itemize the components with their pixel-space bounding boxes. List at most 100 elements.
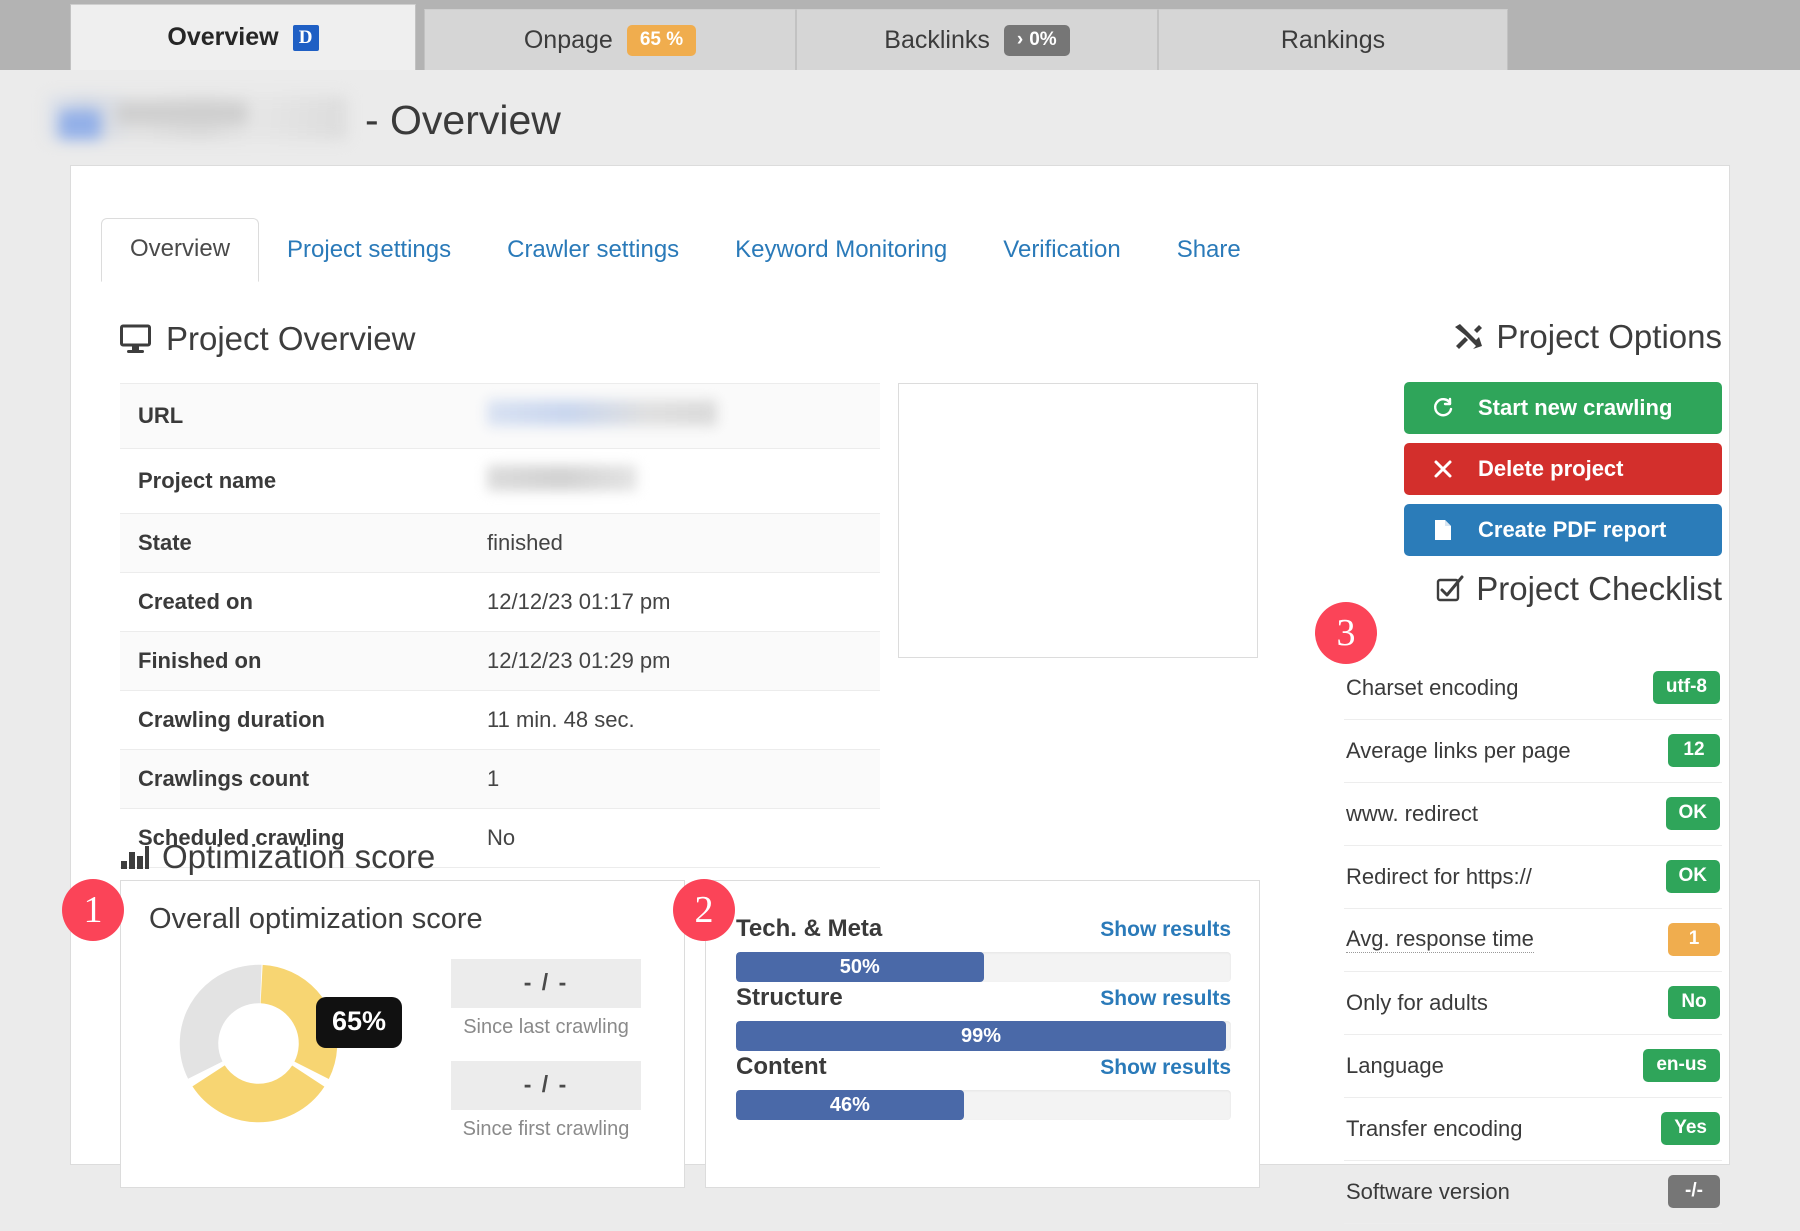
category-score-track: 50%: [736, 952, 1231, 982]
overview-row-key: Finished on: [120, 632, 475, 691]
category-score-fill: 99%: [736, 1021, 1226, 1051]
category-score-label: Content: [736, 1053, 827, 1081]
bar-chart-icon: [120, 844, 150, 870]
top-tab-backlinks[interactable]: Backlinks›0%: [796, 9, 1158, 70]
checklist-item: Transfer encodingYes: [1344, 1098, 1722, 1161]
refresh-icon: [1432, 397, 1454, 419]
project-checklist-title-text: Project Checklist: [1476, 570, 1722, 608]
category-score-fill: 50%: [736, 952, 984, 982]
category-score-fill: 46%: [736, 1090, 964, 1120]
overview-row-value: 12/12/23 01:17 pm: [475, 573, 880, 632]
project-overview-table: URLProject nameStatefinishedCreated on12…: [120, 383, 880, 868]
overview-row-value: No: [475, 809, 880, 868]
project-overview-title-text: Project Overview: [166, 320, 415, 358]
project-options-title-text: Project Options: [1496, 318, 1722, 356]
annotation-marker-2: 2: [673, 879, 735, 941]
table-row: Project name: [120, 449, 880, 514]
redacted-project-name: [47, 96, 347, 140]
show-results-link[interactable]: Show results: [1100, 1056, 1231, 1080]
overview-row-value: 1: [475, 750, 880, 809]
sub-tab-overview[interactable]: Overview: [101, 218, 259, 282]
checklist-item: Charset encodingutf-8: [1344, 657, 1722, 720]
status-badge: en-us: [1643, 1049, 1720, 1082]
overview-row-key: Crawlings count: [120, 750, 475, 809]
sub-tab-label: Share: [1177, 236, 1241, 263]
monitor-icon: [120, 324, 154, 354]
page-title: - Overview: [47, 90, 561, 144]
table-row: Finished on12/12/23 01:29 pm: [120, 632, 880, 691]
delta-since-first-caption: Since first crawling: [451, 1118, 641, 1141]
overview-row-key: Crawling duration: [120, 691, 475, 750]
top-tab-label: Rankings: [1281, 26, 1385, 55]
create-pdf-report-button[interactable]: Create PDF report: [1404, 504, 1722, 556]
sub-tab-label: Project settings: [287, 236, 451, 263]
top-tab-rankings[interactable]: Rankings: [1158, 9, 1508, 70]
category-score-label: Structure: [736, 984, 843, 1012]
sub-tab-share[interactable]: Share: [1149, 220, 1269, 282]
top-tab-badge-value: 65 %: [640, 29, 683, 51]
top-tab-bar: Overview D Onpage 65 % Backlinks›0% Rankings: [0, 0, 1800, 70]
status-badge: OK: [1666, 860, 1721, 893]
top-tab-label: Onpage: [524, 26, 613, 55]
sub-tab-project-settings[interactable]: Project settings: [259, 220, 479, 282]
top-tab-label: Overview: [167, 23, 278, 52]
delta-since-last-value: - / -: [451, 959, 641, 1008]
sub-tab-verification[interactable]: Verification: [975, 220, 1148, 282]
checklist-item-label[interactable]: Avg. response time: [1346, 926, 1534, 953]
checklist-item: Language en-us: [1344, 1035, 1722, 1098]
sub-tab-label: Crawler settings: [507, 236, 679, 263]
sub-tab-label: Keyword Monitoring: [735, 236, 947, 263]
checklist-item: Avg. response time 1: [1344, 909, 1722, 972]
overall-optimization-panel: Overall optimization score 65% - / - Sin…: [120, 880, 685, 1188]
status-badge: -/-: [1668, 1175, 1720, 1208]
start-new-crawling-label: Start new crawling: [1478, 395, 1672, 421]
category-scores-panel: Tech. & MetaShow results 50%Structure Show…: [705, 880, 1260, 1188]
sub-tab-list: Overview Project settings Crawler settings…: [101, 218, 1269, 282]
status-badge: 1: [1668, 923, 1720, 956]
delete-project-button[interactable]: Delete project: [1404, 443, 1722, 495]
top-tab-badge-letter: D: [293, 25, 319, 51]
sub-tab-keyword-monitoring[interactable]: Keyword Monitoring: [707, 220, 975, 282]
top-tab-onpage[interactable]: Onpage 65 %: [424, 9, 796, 70]
redacted-value: [487, 400, 717, 426]
optimization-deltas: - / - Since last crawling - / - Since fi…: [451, 959, 641, 1163]
checklist-item-label: Only for adults: [1346, 990, 1488, 1016]
top-tab-badge: 65 %: [627, 25, 696, 56]
checklist-item: Only for adultsNo: [1344, 972, 1722, 1035]
show-results-link[interactable]: Show results: [1100, 987, 1231, 1011]
overview-row-key: State: [120, 514, 475, 573]
status-badge: OK: [1666, 797, 1721, 830]
checklist-item-label: Language: [1346, 1053, 1444, 1079]
overview-row-value: 11 min. 48 sec.: [475, 691, 880, 750]
project-options-heading: Project Options: [1452, 318, 1722, 356]
checklist-item: Software version-/-: [1344, 1161, 1722, 1224]
project-checklist: Charset encodingutf-8Average links per p…: [1344, 657, 1722, 1224]
table-row: Statefinished: [120, 514, 880, 573]
checkbox-icon: [1436, 575, 1464, 603]
start-new-crawling-button[interactable]: Start new crawling: [1404, 382, 1722, 434]
table-row: Crawling duration11 min. 48 sec.: [120, 691, 880, 750]
show-results-link[interactable]: Show results: [1100, 918, 1231, 942]
optimization-score-title-text: Optimization score: [162, 838, 435, 876]
category-score-track: 99%: [736, 1021, 1231, 1051]
page-title-suffix: - Overview: [365, 97, 561, 144]
checklist-item: Average links per page12: [1344, 720, 1722, 783]
delta-since-last-caption: Since last crawling: [451, 1016, 641, 1039]
overall-optimization-panel-title: Overall optimization score: [121, 881, 684, 936]
overview-row-value: [475, 384, 880, 449]
checklist-item: Redirect for https://OK: [1344, 846, 1722, 909]
category-score-header: Content Show results: [736, 1053, 1231, 1081]
category-score-block: Content Show results 46%: [736, 1053, 1231, 1120]
top-tab-overview[interactable]: Overview D: [70, 4, 416, 70]
delta-since-first-value: - / -: [451, 1061, 641, 1110]
annotation-marker-1: 1: [62, 879, 124, 941]
tools-icon: [1452, 322, 1484, 352]
preview-thumbnail-frame: [898, 383, 1258, 658]
table-row: Crawlings count1: [120, 750, 880, 809]
top-tab-badge: ›0%: [1004, 25, 1070, 56]
sub-tab-crawler-settings[interactable]: Crawler settings: [479, 220, 707, 282]
sub-tab-label: Overview: [130, 235, 230, 262]
create-pdf-report-label: Create PDF report: [1478, 517, 1666, 543]
overview-row-value: 12/12/23 01:29 pm: [475, 632, 880, 691]
category-score-header: Tech. & MetaShow results: [736, 915, 1231, 943]
